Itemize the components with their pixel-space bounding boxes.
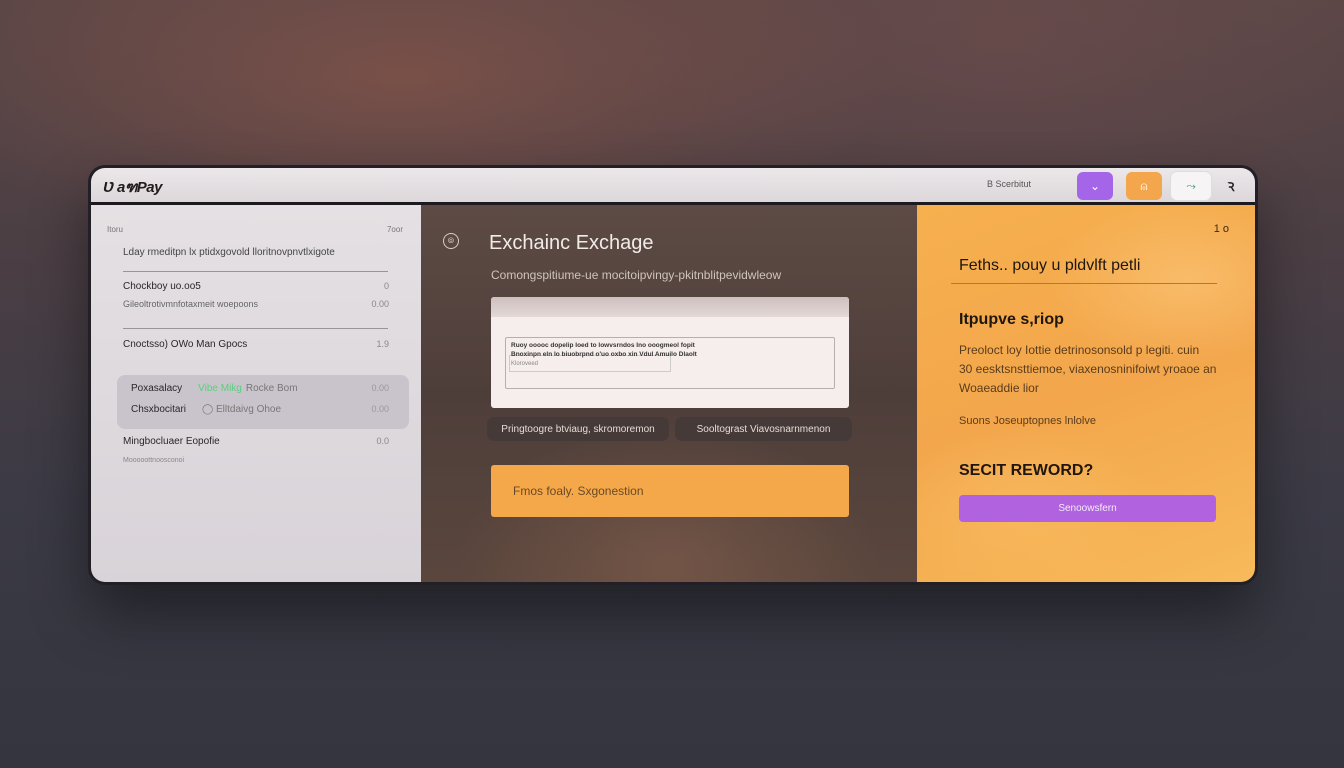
selected-list-item[interactable]: Poxasalacy Vibe Mikg Rocke Bom 0.00 — [131, 383, 389, 394]
divider — [123, 328, 388, 329]
app-logo[interactable]: Ʋ aฑPay — [103, 175, 162, 199]
selected-list-item[interactable]: Chsxbocitari ◯ Elltdaivg Ohoe 0.00 — [131, 404, 389, 415]
reward-panel: 1 o Feths.. pouy u pldvlft petli Itpupve… — [917, 205, 1255, 582]
sidebar-header-left: Itoru — [107, 225, 124, 234]
secondary-button[interactable]: Sooltograst Viavosnarnmenon — [675, 417, 852, 441]
list-item-value: 0.00 — [371, 383, 389, 393]
list-item-value: 1.9 — [376, 339, 389, 349]
list-item-value: 0.00 — [371, 404, 389, 414]
list-item-label: Mingbocluaer Eopofie — [123, 436, 220, 447]
list-item[interactable]: Cnoctsso) OWo Man Gpocs 1.9 — [123, 339, 389, 350]
trend-icon: ⤳ — [1186, 178, 1196, 193]
top-bar: Ʋ aฑPay B Scerbitut ⌄ ⍝ ⤳ Ꝛ — [91, 168, 1255, 202]
list-item-label: Gileoltrotivmnfotaxmeit woepoons — [123, 299, 259, 309]
dropdown-button[interactable]: ⌄ — [1077, 172, 1113, 200]
bell-icon: ⍝ — [1140, 178, 1148, 193]
list-item-label: Chsxbocitari — [131, 404, 187, 415]
list-item-meta: Rocke Bom — [245, 383, 298, 394]
list-item[interactable]: Chockboy uo.oo5 0 — [123, 281, 389, 292]
description-text: 30 eesktsnsttiemoe, viaxenosninifoiwt yr… — [959, 362, 1217, 376]
document-line: Ruoy ooooc dopelip Ioed to lowvsrndos In… — [511, 342, 695, 349]
reward-heading: SECIT REWORD? — [959, 462, 1094, 479]
status-text: B Scerbitut — [987, 179, 1032, 189]
page-title: Exchainc Exchage — [489, 232, 654, 254]
list-item-label: Poxasalacy — [131, 383, 183, 394]
activity-button[interactable]: ⤳ — [1171, 172, 1211, 200]
page-subtitle: Comongspitiume-ue mocitoipvingy-pkitnbli… — [491, 268, 782, 282]
exchange-icon: ⦾ — [443, 233, 459, 249]
suggestion-button[interactable]: Fmos foaly. Sxgonestion — [491, 465, 849, 517]
app-window: Ʋ aฑPay B Scerbitut ⌄ ⍝ ⤳ Ꝛ Itoru 7oor L… — [91, 168, 1255, 582]
list-item-value: 0 — [383, 281, 389, 291]
list-item-value: 0.0 — [376, 436, 389, 446]
section-heading: Itpupve s,riop — [959, 311, 1064, 328]
sidebar-header: Itoru 7oor — [107, 225, 403, 234]
divider — [123, 271, 388, 272]
exchange-panel: ⦾ Exchainc Exchage Comongspitiume-ue moc… — [421, 205, 917, 582]
sidebar-subtitle: Lday rmeditpn lx ptidxgovold lloritnovpn… — [123, 247, 335, 258]
note-text: Suons Joseuptopnes lnlolve — [959, 415, 1096, 427]
list-item-label: Cnoctsso) OWo Man Gpocs — [123, 339, 248, 350]
panel-counter: 1 o — [1213, 223, 1229, 235]
list-item-value: 0.00 — [371, 299, 389, 309]
document-line: Bnoxinpn eln Io biuobrpnd o'uo oxbo xin … — [511, 351, 697, 358]
sidebar-header-right: 7oor — [386, 225, 403, 234]
document-header — [491, 297, 849, 317]
list-item-label: Chockboy uo.oo5 — [123, 281, 201, 292]
divider — [951, 283, 1217, 284]
reward-button[interactable]: Senoowsfern — [959, 495, 1216, 522]
chevron-down-icon: ⌄ — [1089, 179, 1101, 193]
description-text: Preoloct loy Iottie detrinosonsold p leg… — [959, 343, 1200, 357]
description-text: Woaeaddie lior — [959, 381, 1039, 395]
list-item-meta: ◯ Elltdaivg Ohoe — [202, 404, 282, 415]
sidebar-footer: Mooooottnoosconoi — [123, 457, 185, 464]
user-icon: Ꝛ — [1227, 179, 1235, 194]
notification-button[interactable]: ⍝ — [1126, 172, 1162, 200]
user-menu-button[interactable]: Ꝛ — [1213, 172, 1249, 200]
sidebar-panel: Itoru 7oor Lday rmeditpn lx ptidxgovold … — [91, 205, 421, 582]
list-item[interactable]: Gileoltrotivmnfotaxmeit woepoons 0.00 — [123, 299, 389, 309]
document-preview[interactable]: Ruoy ooooc dopelip Ioed to lowvsrndos In… — [491, 297, 849, 408]
list-item[interactable]: Mingbocluaer Eopofie 0.0 — [123, 436, 389, 447]
document-line: Kloroveed — [511, 361, 539, 367]
status-badge: Vibe Mikg — [198, 383, 242, 394]
secondary-button[interactable]: Pringtoogre btviaug, skromoremon — [487, 417, 669, 441]
panel-title: Feths.. pouy u pldvlft petli — [959, 257, 1141, 274]
